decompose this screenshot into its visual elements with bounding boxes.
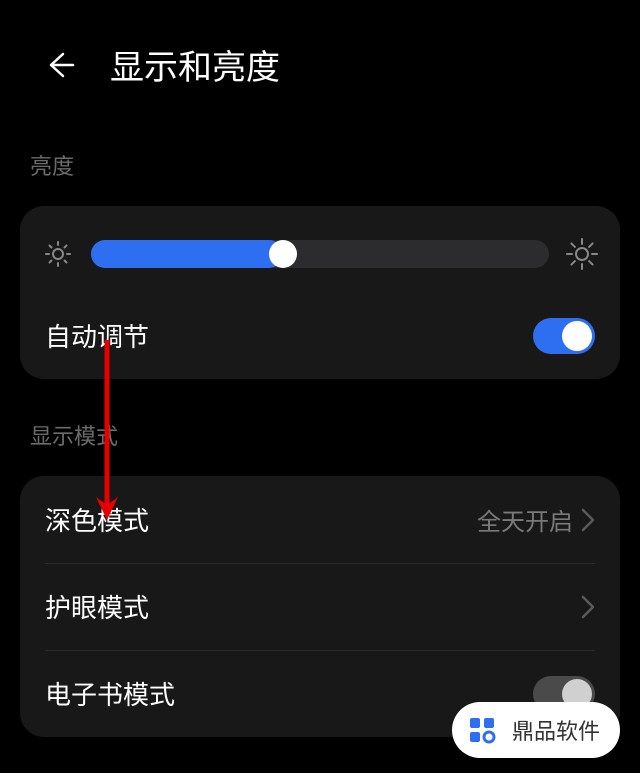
- auto-brightness-toggle[interactable]: [533, 318, 595, 354]
- header: 显示和亮度: [0, 0, 640, 119]
- dark-mode-row[interactable]: 深色模式 全天开启: [20, 476, 620, 563]
- eye-comfort-label: 护眼模式: [45, 588, 149, 625]
- toggle-knob: [562, 321, 592, 351]
- dark-mode-label: 深色模式: [45, 501, 149, 538]
- watermark: 鼎品软件: [452, 702, 620, 758]
- brightness-slider-thumb[interactable]: [269, 240, 297, 268]
- back-button[interactable]: [40, 45, 80, 85]
- chevron-right-icon: [581, 508, 595, 532]
- brightness-card: 自动调节: [20, 206, 620, 379]
- page-title: 显示和亮度: [110, 40, 280, 89]
- brightness-slider[interactable]: [91, 240, 549, 268]
- auto-brightness-label: 自动调节: [45, 317, 149, 354]
- dark-mode-value-wrap: 全天开启: [477, 502, 595, 537]
- ebook-mode-label: 电子书模式: [45, 675, 175, 712]
- watermark-logo-icon: [462, 710, 502, 750]
- sun-dim-icon: [40, 236, 76, 272]
- chevron-right-icon: [581, 595, 595, 619]
- eye-comfort-value-wrap: [581, 595, 595, 619]
- brightness-slider-fill: [91, 240, 283, 268]
- dark-mode-value: 全天开启: [477, 502, 573, 537]
- brightness-section-label: 亮度: [0, 119, 640, 196]
- display-mode-card: 深色模式 全天开启 护眼模式 电子书模式: [20, 476, 620, 737]
- auto-brightness-row: 自动调节: [20, 292, 620, 379]
- eye-comfort-row[interactable]: 护眼模式: [20, 563, 620, 650]
- sun-bright-icon: [564, 236, 600, 272]
- watermark-text: 鼎品软件: [512, 714, 600, 746]
- back-arrow-icon: [45, 50, 75, 80]
- brightness-slider-row: [20, 206, 620, 292]
- display-mode-section-label: 显示模式: [0, 389, 640, 466]
